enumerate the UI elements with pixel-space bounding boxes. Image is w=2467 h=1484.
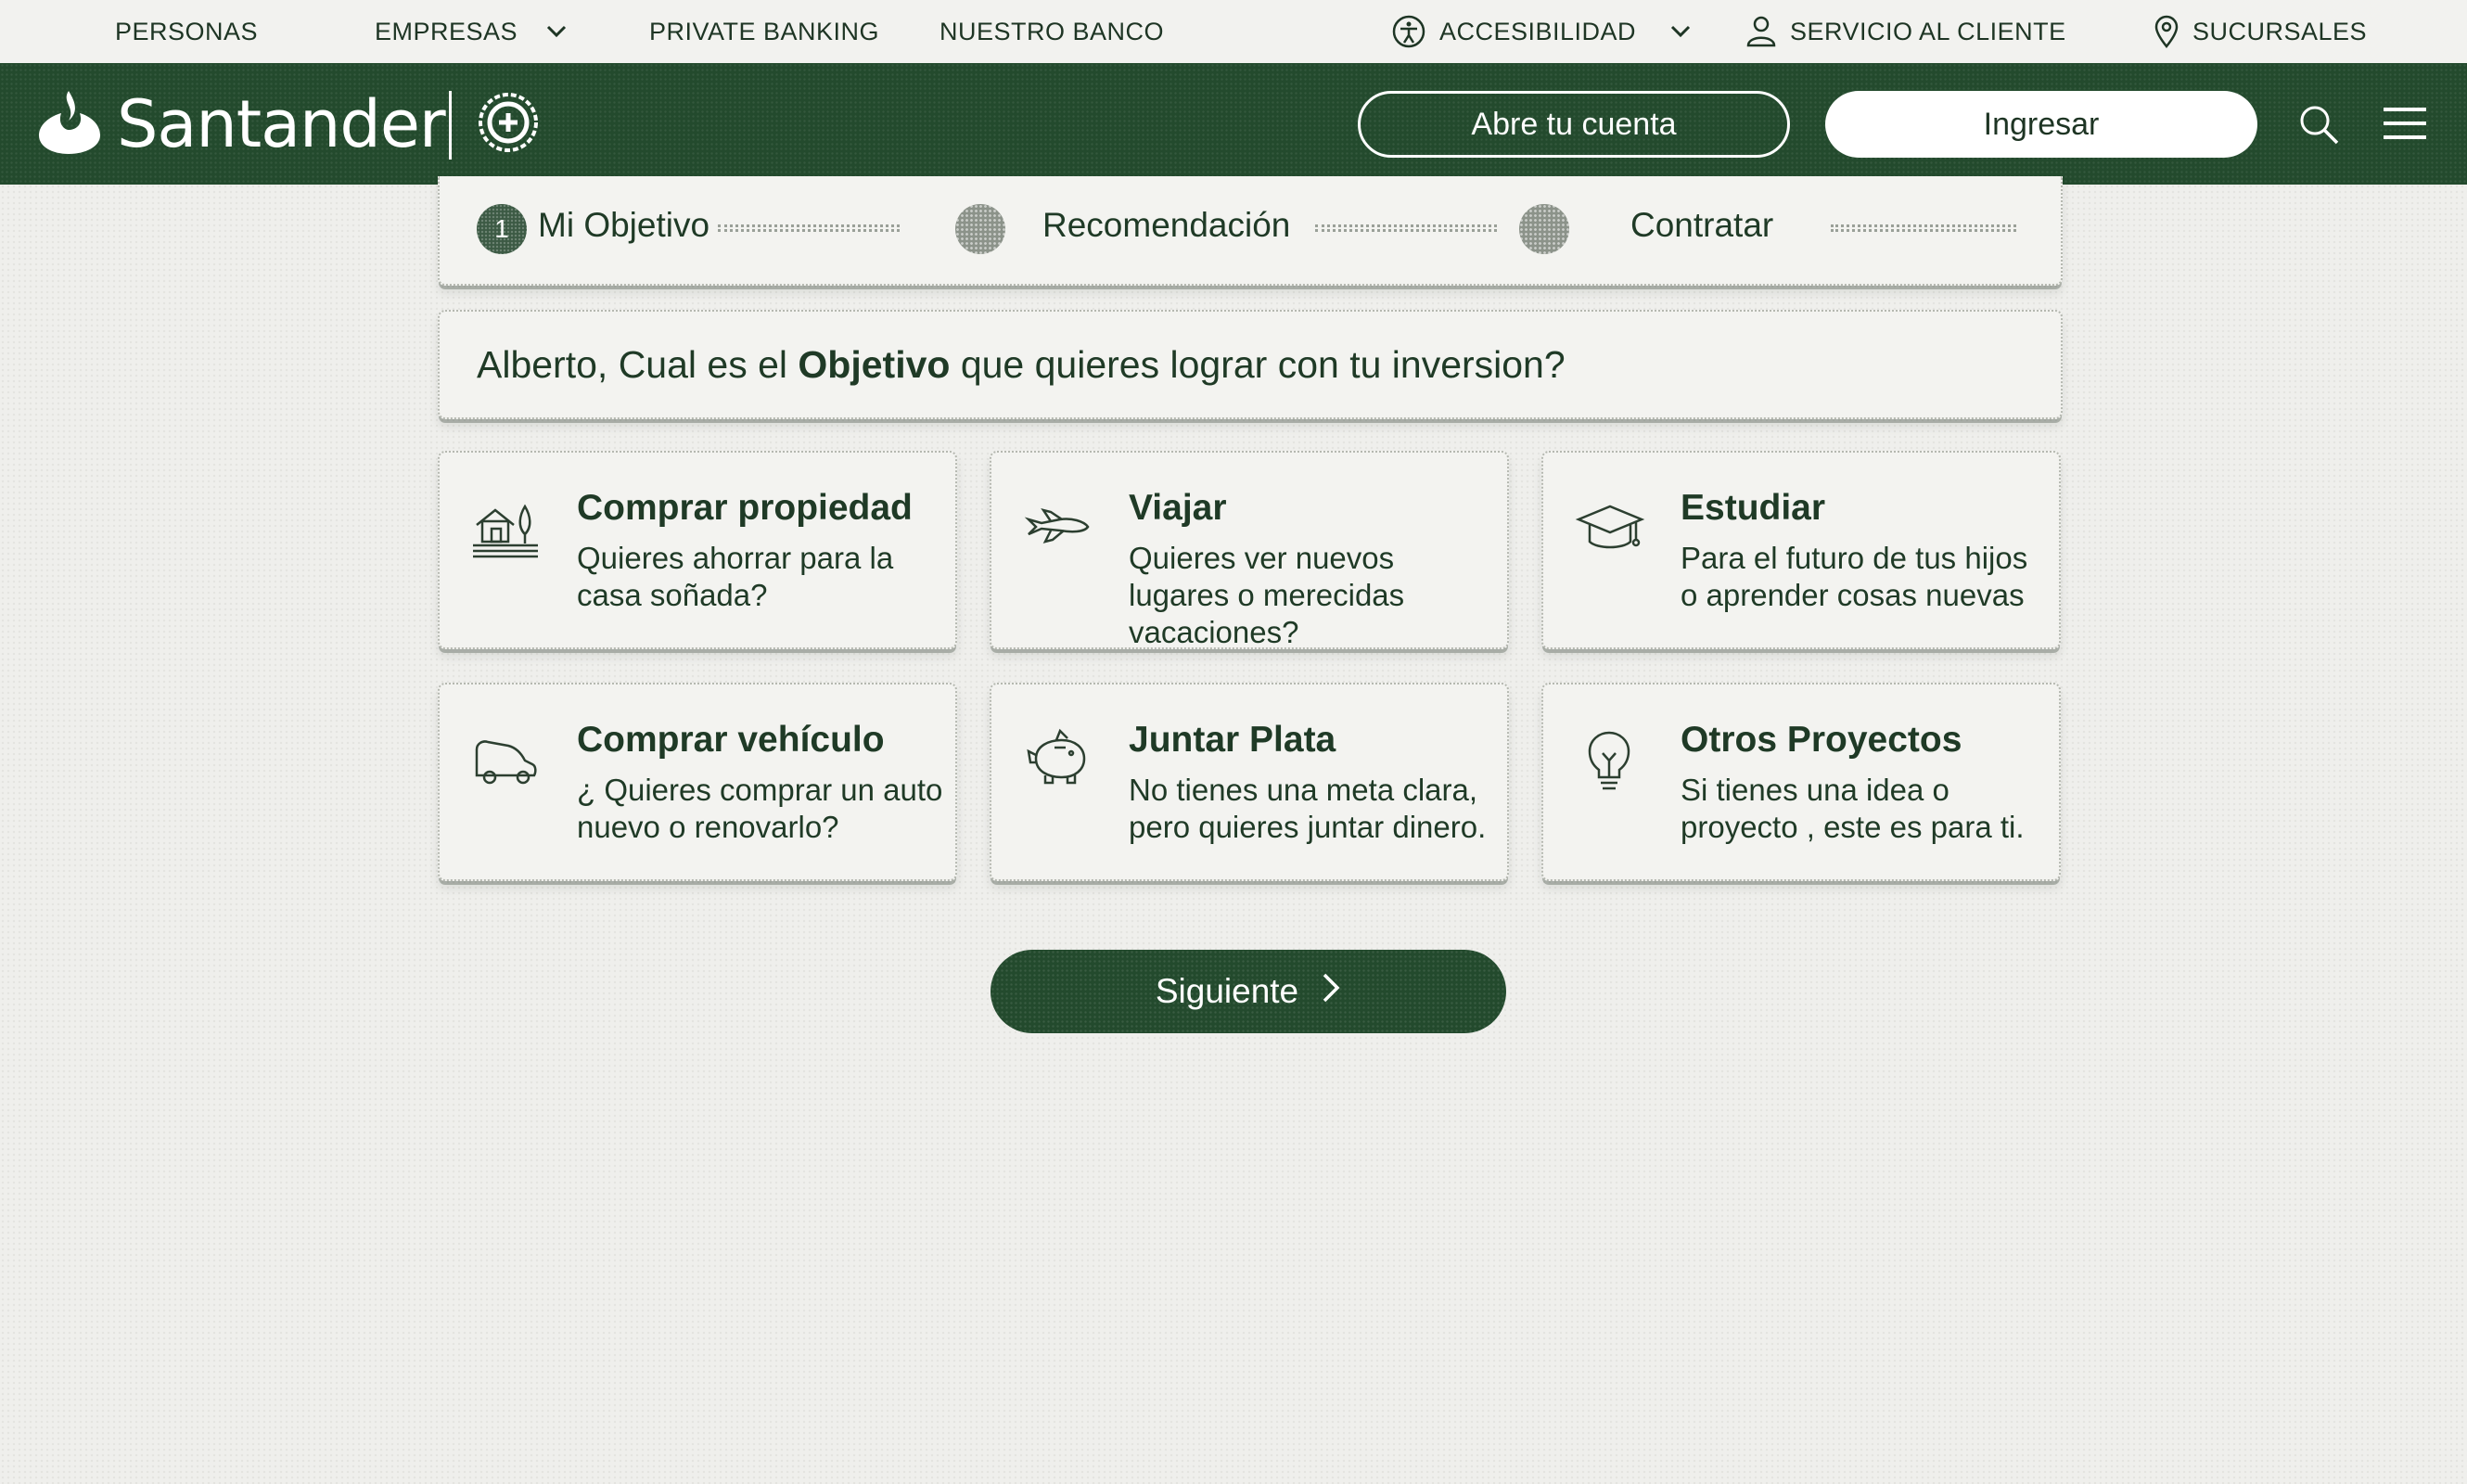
seal-icon — [475, 89, 542, 160]
piggy-bank-icon — [1023, 725, 1093, 799]
open-account-button[interactable]: Abre tu cuenta — [1358, 91, 1790, 158]
nav-nuestro-banco[interactable]: NUESTRO BANCO — [940, 0, 1164, 63]
option-comprar-vehiculo[interactable]: Comprar vehículo ¿ Quieres comprar un au… — [438, 683, 957, 881]
brand-name: Santander — [117, 86, 446, 162]
option-title: Comprar vehículo — [577, 720, 885, 760]
next-button[interactable]: Siguiente — [991, 950, 1506, 1033]
option-title: Viajar — [1129, 488, 1227, 528]
chevron-down-icon — [1669, 24, 1692, 39]
nav-empresas[interactable]: EMPRESAS — [375, 0, 568, 63]
option-title: Estudiar — [1681, 488, 1826, 528]
step-1-indicator: 1 — [477, 204, 527, 254]
airplane-icon — [1023, 493, 1093, 567]
option-description: Quieres ver nuevos lugares o merecidas v… — [1129, 541, 1405, 649]
top-utility-bar: PERSONAS EMPRESAS PRIVATE BANKING NUESTR… — [0, 0, 2467, 63]
step-connector — [1315, 224, 1497, 232]
location-pin-icon — [2154, 15, 2179, 48]
question-title: Alberto, Cual es el Objetivo que quieres… — [477, 343, 1566, 387]
option-title: Juntar Plata — [1129, 720, 1336, 760]
next-button-label: Siguiente — [1155, 972, 1299, 1010]
nav-personas[interactable]: PERSONAS — [115, 0, 258, 63]
progress-stepper: 1 Mi Objetivo Recomendación Contratar — [438, 176, 2063, 286]
nav-private-banking[interactable]: PRIVATE BANKING — [649, 0, 879, 63]
house-icon — [471, 493, 540, 567]
step-1-label: Mi Objetivo — [538, 206, 710, 244]
question-card: Alberto, Cual es el Objetivo que quieres… — [438, 310, 2063, 419]
step-2-indicator — [955, 204, 1005, 254]
step-3-label: Contratar — [1630, 206, 1774, 244]
nav-accesibilidad-label: ACCESIBILIDAD — [1439, 17, 1637, 45]
chevron-down-icon — [545, 24, 568, 39]
step-connector — [1831, 224, 2016, 232]
nav-empresas-label: EMPRESAS — [375, 17, 518, 45]
option-description: No tienes una meta clara, pero quieres j… — [1129, 773, 1487, 844]
graduation-cap-icon — [1575, 493, 1645, 567]
question-emphasis: Objetivo — [798, 343, 951, 386]
option-description: Quieres ahorrar para la casa soñada? — [577, 541, 894, 612]
hamburger-menu-icon[interactable] — [2382, 106, 2428, 146]
chevron-right-icon — [1321, 972, 1341, 1012]
lightbulb-icon — [1575, 725, 1643, 799]
nav-servicio-cliente-label: SERVICIO AL CLIENTE — [1790, 17, 2066, 45]
logo-divider — [449, 91, 452, 160]
option-title: Otros Proyectos — [1681, 720, 1962, 760]
option-comprar-propiedad[interactable]: Comprar propiedad Quieres ahorrar para l… — [438, 451, 957, 649]
login-button[interactable]: Ingresar — [1825, 91, 2257, 158]
user-icon — [1745, 15, 1777, 48]
flame-icon — [33, 87, 104, 162]
question-prefix: Alberto, Cual es el — [477, 343, 799, 386]
nav-nuestro-banco-label: NUESTRO BANCO — [940, 17, 1165, 45]
option-estudiar[interactable]: Estudiar Para el futuro de tus hijos o a… — [1541, 451, 2061, 649]
main-header: Santander Abre tu cuenta Ingresar — [0, 63, 2467, 185]
nav-accesibilidad[interactable]: ACCESIBILIDAD — [1391, 0, 1692, 63]
nav-sucursales-label: SUCURSALES — [2192, 17, 2368, 45]
nav-servicio-cliente[interactable]: SERVICIO AL CLIENTE — [1745, 0, 2066, 63]
option-otros-proyectos[interactable]: Otros Proyectos Si tienes una idea o pro… — [1541, 683, 2061, 881]
option-viajar[interactable]: Viajar Quieres ver nuevos lugares o mere… — [990, 451, 1509, 649]
nav-private-banking-label: PRIVATE BANKING — [649, 17, 880, 45]
car-icon — [471, 725, 540, 799]
step-connector — [718, 224, 900, 232]
question-suffix: que quieres lograr con tu inversion? — [950, 343, 1566, 386]
accessibility-icon — [1391, 14, 1426, 49]
option-juntar-plata[interactable]: Juntar Plata No tienes una meta clara, p… — [990, 683, 1509, 881]
santander-logo[interactable]: Santander — [33, 85, 446, 163]
nav-sucursales[interactable]: SUCURSALES — [2154, 0, 2367, 63]
option-title: Comprar propiedad — [577, 488, 913, 528]
option-description: Para el futuro de tus hijos o aprender c… — [1681, 541, 2028, 612]
step-3-indicator — [1519, 204, 1569, 254]
nav-personas-label: PERSONAS — [115, 17, 259, 45]
search-icon[interactable] — [2296, 102, 2341, 151]
option-description: Si tienes una idea o proyecto , este es … — [1681, 773, 2025, 844]
option-description: ¿ Quieres comprar un auto nuevo o renova… — [577, 773, 943, 844]
step-2-label: Recomendación — [1042, 206, 1291, 244]
